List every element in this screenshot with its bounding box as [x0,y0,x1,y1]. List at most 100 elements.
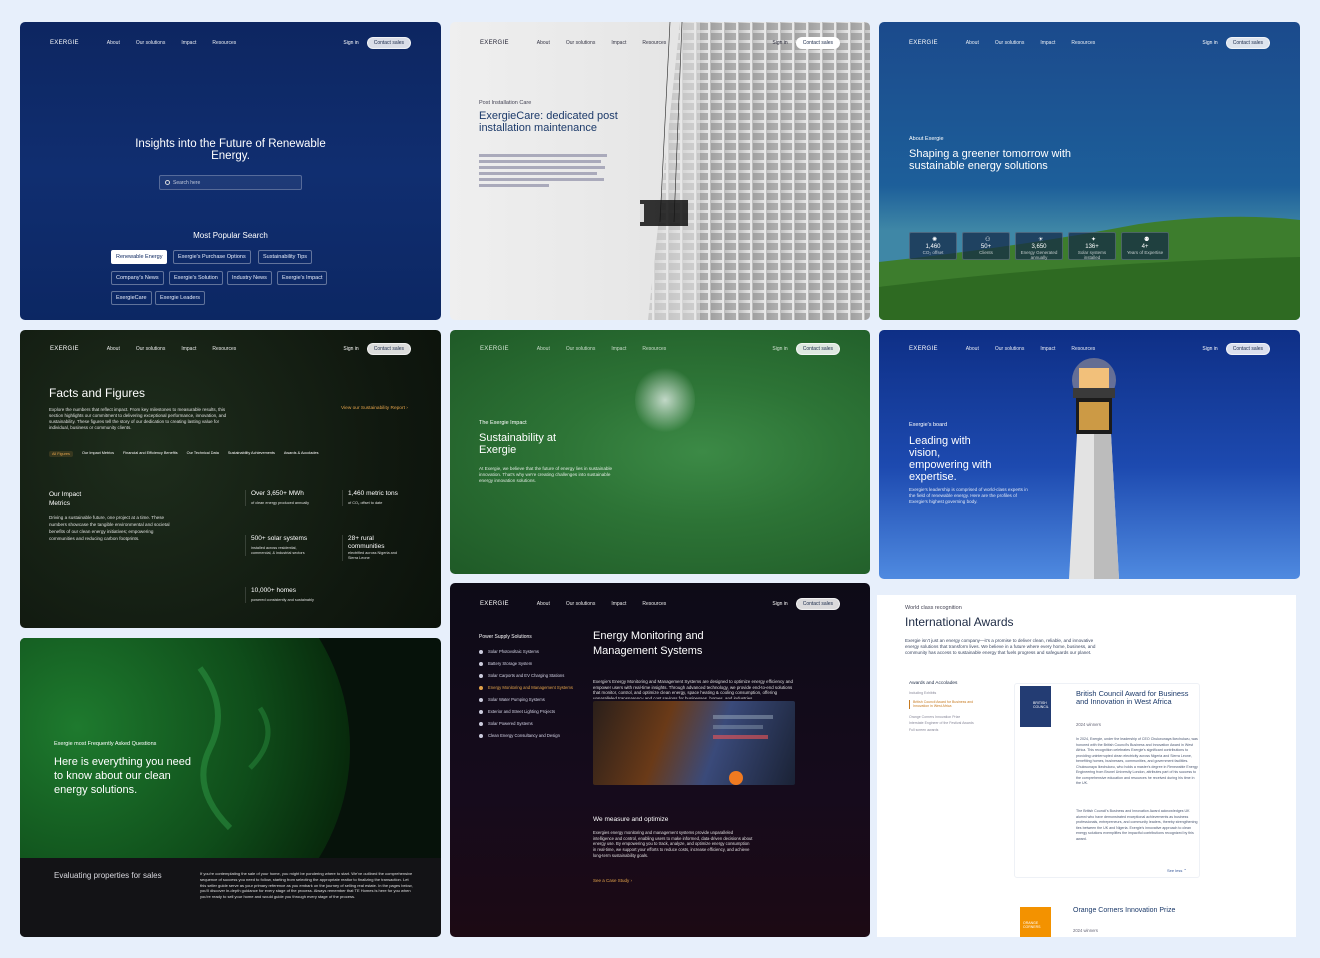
side-award-3[interactable]: Interstate Engineer of the Festival Awar… [909,721,989,726]
nav-impact[interactable]: Impact [1040,40,1055,46]
hill-image [879,216,1300,320]
oc-title: Orange Corners Innovation Prize [1073,907,1176,914]
logo[interactable]: EXERGIE [480,601,509,607]
gauge-icon [479,685,483,690]
building-facade-image [640,22,870,320]
bulb-icon: ☀ [1038,237,1044,243]
metric-solar-systems: 500+ solar systems installed across resi… [245,535,315,556]
nav-impact[interactable]: Impact [611,40,626,46]
side-item-pumping[interactable]: Solar Water Pumping Systems [479,697,545,702]
signin-link[interactable]: Sign in [772,346,787,352]
nav-impact[interactable]: Impact [611,601,626,607]
logo[interactable]: EXERGIE [480,40,509,46]
side-item-battery[interactable]: Battery Storage System [479,661,532,666]
faq-eyebrow: Exergie most Frequently Asked Questions [54,741,157,747]
signin-link[interactable]: Sign in [772,601,787,607]
logo[interactable]: EXERGIE [50,40,79,46]
navbar: EXERGIE About Our solutions Impact Resou… [20,36,441,50]
nav-solutions[interactable]: Our solutions [136,346,165,352]
nav-impact[interactable]: Impact [1040,346,1055,352]
chip-company-news[interactable]: Company's News [111,271,164,285]
nav-resources[interactable]: Resources [212,40,236,46]
see-less-link[interactable]: See less ⌃ [1167,868,1187,873]
nav-resources[interactable]: Resources [212,346,236,352]
navbar: EXERGIE About Our solutions Impact Resou… [879,36,1300,50]
tab-impact-metrics[interactable]: Our Impact Metrics [82,451,114,457]
chip-exergie-solution[interactable]: Exergie's Solution [169,271,223,285]
side-item-lighting[interactable]: Exterior and Street Lighting Projects [479,709,555,714]
insights-panel: EXERGIE About Our solutions Impact Resou… [20,22,441,320]
nav-about[interactable]: About [966,346,979,352]
signin-link[interactable]: Sign in [1202,40,1217,46]
side-award-1[interactable]: British Council Award for Business and I… [909,699,989,709]
nav-resources[interactable]: Resources [1071,40,1095,46]
care-panel: EXERGIE About Our solutions Impact Resou… [450,22,870,320]
contact-sales-button[interactable]: Contact sales [795,37,840,49]
tab-financial[interactable]: Financial and Efficiency Benefits [123,451,178,457]
side-award-0[interactable]: Including Exhibits [909,691,989,696]
nav-resources[interactable]: Resources [1071,346,1095,352]
nav-solutions[interactable]: Our solutions [566,346,595,352]
side-item-carports[interactable]: Solar Carports and EV Charging Stations [479,673,564,678]
awards-side-heading: Awards and Accolades [909,681,958,686]
chip-renewable-energy[interactable]: Renewable Energy [111,250,168,264]
nav-about[interactable]: About [537,601,550,607]
nav-solutions[interactable]: Our solutions [566,601,595,607]
tab-technical[interactable]: Our Technical Data [187,451,219,457]
sustain-body: At Exergie, we believe that the future o… [479,466,613,483]
chip-purchase-options[interactable]: Exergie's Purchase Options [173,250,251,264]
contact-sales-button[interactable]: Contact sales [366,37,411,49]
chip-exergie-leaders[interactable]: Exergie Leaders [155,291,206,305]
chip-exergiecare[interactable]: ExergieCare [111,291,152,305]
side-item-monitoring[interactable]: Energy Monitoring and Management Systems [479,685,573,690]
search-input[interactable]: Search here [159,175,302,190]
side-item-powered[interactable]: Solar Powered Systems [479,721,533,726]
logo[interactable]: EXERGIE [480,346,509,352]
faq-question-row[interactable]: Evaluating properties for sales If you'r… [20,858,441,937]
chip-sustainability-tips[interactable]: Sustainability Tips [258,250,313,264]
chip-industry-news[interactable]: Industry News [227,271,272,285]
tab-awards[interactable]: Awards & Accolades [284,451,319,457]
nav-resources[interactable]: Resources [642,601,666,607]
nav-solutions[interactable]: Our solutions [995,346,1024,352]
nav-impact[interactable]: Impact [181,40,196,46]
logo[interactable]: EXERGIE [909,346,938,352]
nav-impact[interactable]: Impact [611,346,626,352]
navbar: EXERGIE About Our solutions Impact Resou… [879,342,1300,356]
sustainability-report-link[interactable]: View our Sustainability Report › [341,406,408,411]
signin-link[interactable]: Sign in [772,40,787,46]
about-panel: EXERGIE About Our solutions Impact Resou… [879,22,1300,320]
side-award-2[interactable]: Orange Corners Innovation Prize [909,715,989,720]
chip-exergie-impact[interactable]: Exergie's Impact [277,271,328,285]
nav-solutions[interactable]: Our solutions [995,40,1024,46]
nav-about[interactable]: About [537,346,550,352]
tab-all-figures[interactable]: All Figures [49,451,73,457]
nav-solutions[interactable]: Our solutions [136,40,165,46]
logo[interactable]: EXERGIE [50,346,79,352]
logo[interactable]: EXERGIE [909,40,938,46]
side-item-consultancy[interactable]: Clean Energy Consultancy and Design [479,733,560,738]
nav-resources[interactable]: Resources [642,346,666,352]
nav-impact[interactable]: Impact [181,346,196,352]
side-item-pv[interactable]: Solar Photovoltaic Systems [479,649,539,654]
signin-link[interactable]: Sign in [343,346,358,352]
board-body: Exergie's leadership is comprised of wor… [909,487,1028,504]
battery-icon [479,661,483,666]
nav-about[interactable]: About [537,40,550,46]
nav-solutions[interactable]: Our solutions [566,40,595,46]
nav-about[interactable]: About [966,40,979,46]
board-panel: EXERGIE About Our solutions Impact Resou… [879,330,1300,579]
case-study-link[interactable]: See a Case Study › [593,878,632,883]
signin-link[interactable]: Sign in [1202,346,1217,352]
contact-sales-button[interactable]: Contact sales [1225,37,1270,49]
side-award-4[interactable]: Full screen awards [909,728,989,733]
signin-link[interactable]: Sign in [343,40,358,46]
contact-sales-button[interactable]: Contact sales [795,343,840,355]
tab-sustainability[interactable]: Sustainability Achievements [228,451,275,457]
nav-about[interactable]: About [107,346,120,352]
contact-sales-button[interactable]: Contact sales [366,343,411,355]
nav-about[interactable]: About [107,40,120,46]
nav-resources[interactable]: Resources [642,40,666,46]
contact-sales-button[interactable]: Contact sales [1225,343,1270,355]
contact-sales-button[interactable]: Contact sales [795,598,840,610]
